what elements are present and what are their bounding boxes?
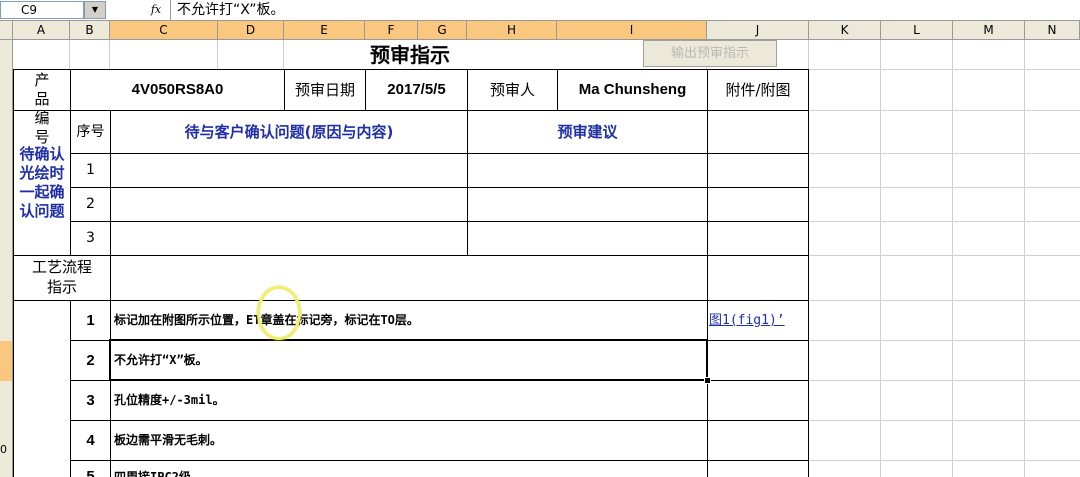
fill-handle[interactable] [704, 377, 711, 384]
column-header-c[interactable]: C [110, 21, 218, 39]
formula-input[interactable]: 不允许打“X”板。 [170, 0, 1078, 20]
row-header-strip: 0 [0, 40, 13, 477]
column-header-l[interactable]: L [881, 21, 953, 39]
select-all-corner[interactable] [0, 21, 13, 39]
column-header-f[interactable]: F [365, 21, 418, 39]
column-header-d[interactable]: D [218, 21, 284, 39]
name-box-dropdown-icon[interactable]: ▼ [84, 1, 106, 19]
confirm-section-label: 待确认光绘时一起确认问题 [19, 145, 65, 220]
row-header-selected[interactable] [0, 341, 12, 381]
instruction-text-2[interactable]: 不允许打“X”板。 [114, 341, 704, 380]
instruction-num-2: 2 [86, 352, 95, 369]
row-header-label: 0 [0, 443, 7, 456]
export-review-button[interactable]: 输出预审指示 [643, 40, 777, 67]
attachment-label: 附件/附图 [725, 81, 791, 99]
confirm-row-num-1: 1 [86, 162, 95, 178]
column-header-m[interactable]: M [953, 21, 1025, 39]
fx-icon[interactable]: fx [146, 1, 166, 19]
cursor-highlight-ring [257, 286, 301, 340]
column-header-g[interactable]: G [418, 21, 467, 39]
column-header-n[interactable]: N [1025, 21, 1080, 39]
confirm-row-num-2: 2 [86, 196, 95, 212]
instruction-num-1: 1 [86, 312, 95, 329]
column-header-e[interactable]: E [284, 21, 365, 39]
instruction-num-5: 5 [86, 468, 95, 477]
product-value[interactable]: 4V050RS8A0 [71, 70, 284, 110]
column-header-b[interactable]: B [70, 21, 110, 39]
page-title: 预审指示 [370, 43, 450, 67]
instruction-num-4: 4 [86, 432, 95, 449]
formula-bar: C9 ▼ fx 不允许打“X”板。 [0, 0, 1080, 21]
process-label: 工艺流程指示 [32, 258, 93, 296]
instruction-text-3[interactable]: 孔位精度+/-3mil。 [114, 381, 704, 420]
reviewer-label: 预审人 [489, 81, 535, 99]
instruction-num-3: 3 [86, 392, 95, 409]
issue-label: 待与客户确认问题(原因与内容) [184, 123, 394, 141]
confirm-row-num-3: 3 [86, 230, 95, 246]
reviewer-value[interactable]: Ma Chunsheng [558, 70, 707, 110]
product-label: 产品编号 [34, 71, 50, 146]
instruction-text-1[interactable]: 标记加在附图所示位置，ET章盖在标记旁，标记在TO层。 [114, 301, 704, 340]
date-label: 预审日期 [294, 81, 355, 99]
attachment-link-fig1[interactable]: 图1(fig1)’ [709, 301, 807, 340]
column-header-bar: A B C D E F G H I J K L M N [0, 21, 1080, 40]
date-value[interactable]: 2017/5/5 [366, 70, 467, 110]
column-header-h[interactable]: H [467, 21, 557, 39]
partial-row-clip: 5 四周接IPC2级 [0, 461, 1080, 477]
column-header-k[interactable]: K [809, 21, 881, 39]
instruction-text-5[interactable]: 四周接IPC2级 [114, 467, 704, 477]
seq-label: 序号 [76, 124, 105, 140]
suggestion-label: 预审建议 [557, 123, 618, 141]
column-header-a[interactable]: A [13, 21, 70, 39]
name-box[interactable]: C9 [0, 1, 84, 19]
column-header-i[interactable]: I [557, 21, 707, 39]
column-header-j[interactable]: J [707, 21, 809, 39]
instruction-text-4[interactable]: 板边需平滑无毛刺。 [114, 421, 704, 460]
